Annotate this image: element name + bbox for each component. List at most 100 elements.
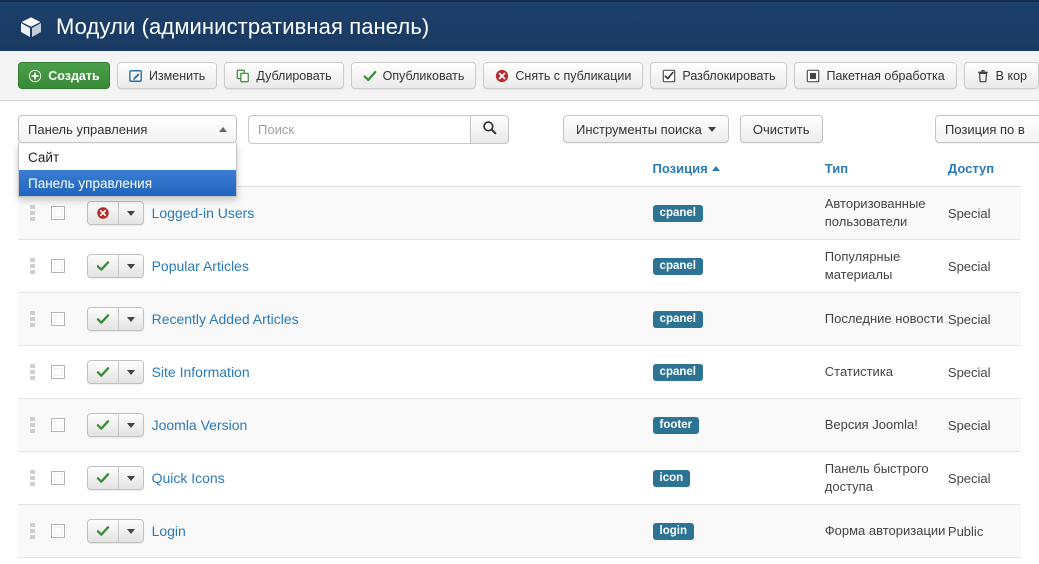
edit-button[interactable]: Изменить [116, 62, 218, 89]
th-access[interactable]: Доступ [947, 157, 1021, 187]
cell-checkbox [51, 292, 87, 346]
module-title-link[interactable]: Login [152, 523, 186, 539]
new-button[interactable]: Создать [18, 62, 110, 89]
cell-title: Login [151, 504, 653, 558]
status-button-group [86, 519, 144, 543]
cell-type: Популярные материалы [824, 239, 948, 293]
status-published-icon[interactable] [87, 414, 118, 436]
row-checkbox[interactable] [51, 259, 66, 273]
cell-drag-handle[interactable] [18, 451, 52, 505]
cell-position: cpanel [652, 292, 825, 346]
search-tools-button[interactable]: Инструменты поиска [563, 115, 729, 143]
cell-title: Popular Articles [151, 239, 653, 293]
trash-button[interactable]: В кор [963, 62, 1039, 89]
module-title-link[interactable]: Popular Articles [152, 258, 249, 274]
batch-button-label: Пакетная обработка [826, 68, 945, 83]
publish-button[interactable]: Опубликовать [350, 62, 477, 89]
status-dropdown-toggle[interactable] [117, 467, 143, 489]
search-icon [482, 120, 497, 138]
module-title-link[interactable]: Joomla Version [152, 417, 248, 433]
module-title-link[interactable]: Quick Icons [152, 470, 225, 486]
row-checkbox[interactable] [51, 206, 66, 220]
th-position[interactable]: Позиция [652, 157, 825, 187]
cell-position: login [652, 504, 825, 558]
cell-status [86, 239, 152, 293]
status-unpublished-icon[interactable] [87, 202, 118, 224]
status-published-icon[interactable] [87, 467, 118, 489]
unlock-button-label: Разблокировать [682, 68, 776, 83]
drag-handle-icon[interactable] [30, 311, 35, 327]
drag-handle-icon[interactable] [30, 417, 35, 433]
cell-position: cpanel [652, 345, 825, 399]
status-dropdown-toggle[interactable] [117, 202, 143, 224]
cell-type: Версия Joomla! [824, 398, 948, 452]
cell-drag-handle[interactable] [18, 557, 52, 564]
cell-position: icon [652, 451, 825, 505]
row-checkbox[interactable] [51, 524, 66, 538]
position-badge: icon [652, 469, 691, 488]
caret-down-icon [126, 528, 135, 534]
cell-type: Форма авторизации [824, 504, 948, 558]
status-dropdown-toggle[interactable] [117, 308, 143, 330]
position-badge: footer [652, 416, 700, 435]
duplicate-button[interactable]: Дублировать [224, 62, 344, 89]
cell-drag-handle[interactable] [18, 398, 52, 452]
position-sort-select[interactable]: Позиция по в [935, 115, 1039, 143]
drag-handle-icon[interactable] [30, 523, 35, 539]
caret-up-icon [219, 126, 227, 132]
module-title-link[interactable]: Logged-in Users [152, 205, 255, 221]
square-icon [806, 69, 820, 83]
drag-handle-icon[interactable] [30, 364, 35, 380]
search-button[interactable] [470, 114, 509, 144]
trash-button-label: В кор [995, 68, 1027, 83]
cell-checkbox [51, 398, 87, 452]
unpublish-button[interactable]: Снять с публикации [483, 62, 644, 89]
cell-access: Public [947, 504, 1021, 558]
trash-icon [976, 69, 990, 83]
status-dropdown-toggle[interactable] [117, 361, 143, 383]
row-checkbox[interactable] [51, 312, 66, 326]
status-dropdown-toggle[interactable] [117, 255, 143, 277]
publish-button-label: Опубликовать [382, 68, 465, 83]
dropdown-option-site[interactable]: Сайт [19, 144, 236, 170]
batch-button[interactable]: Пакетная обработка [794, 62, 957, 89]
status-published-icon[interactable] [87, 308, 118, 330]
cell-drag-handle[interactable] [18, 292, 52, 346]
cell-checkbox [51, 504, 87, 558]
drag-handle-icon[interactable] [30, 258, 35, 274]
client-filter-select[interactable]: Панель управления [18, 115, 237, 143]
search-input[interactable] [248, 114, 470, 144]
status-button-group [86, 466, 144, 490]
th-access-label: Доступ [947, 161, 995, 176]
client-filter-dropdown[interactable]: Сайт Панель управления [18, 143, 237, 197]
table-row: Popular Articles cpanel Популярные материа… [18, 239, 1021, 293]
dropdown-option-administrator[interactable]: Панель управления [19, 170, 236, 196]
cell-access: Special [947, 557, 1021, 564]
cell-access: Special [947, 239, 1021, 293]
cell-drag-handle[interactable] [18, 239, 52, 293]
status-dropdown-toggle[interactable] [117, 414, 143, 436]
drag-handle-icon[interactable] [30, 470, 35, 486]
status-published-icon[interactable] [87, 520, 118, 542]
row-checkbox[interactable] [51, 418, 66, 432]
drag-handle-icon[interactable] [30, 205, 35, 221]
status-published-icon[interactable] [87, 255, 118, 277]
cell-drag-handle[interactable] [18, 504, 52, 558]
unpublish-button-label: Снять с публикации [515, 68, 632, 83]
row-checkbox[interactable] [51, 365, 66, 379]
clear-button[interactable]: Очистить [739, 115, 823, 143]
status-button-group [86, 360, 144, 384]
unlock-button[interactable]: Разблокировать [650, 62, 788, 89]
status-published-icon[interactable] [87, 361, 118, 383]
cell-position: cpanel [652, 186, 825, 240]
search-group [248, 114, 509, 144]
status-button-group [86, 201, 144, 225]
search-tools-label: Инструменты поиска [576, 121, 702, 137]
module-title-link[interactable]: Site Information [152, 364, 250, 380]
th-type[interactable]: Тип [824, 157, 948, 187]
cell-checkbox [51, 557, 87, 564]
cell-drag-handle[interactable] [18, 345, 52, 399]
module-title-link[interactable]: Recently Added Articles [152, 311, 299, 327]
status-dropdown-toggle[interactable] [117, 520, 143, 542]
row-checkbox[interactable] [51, 471, 66, 485]
